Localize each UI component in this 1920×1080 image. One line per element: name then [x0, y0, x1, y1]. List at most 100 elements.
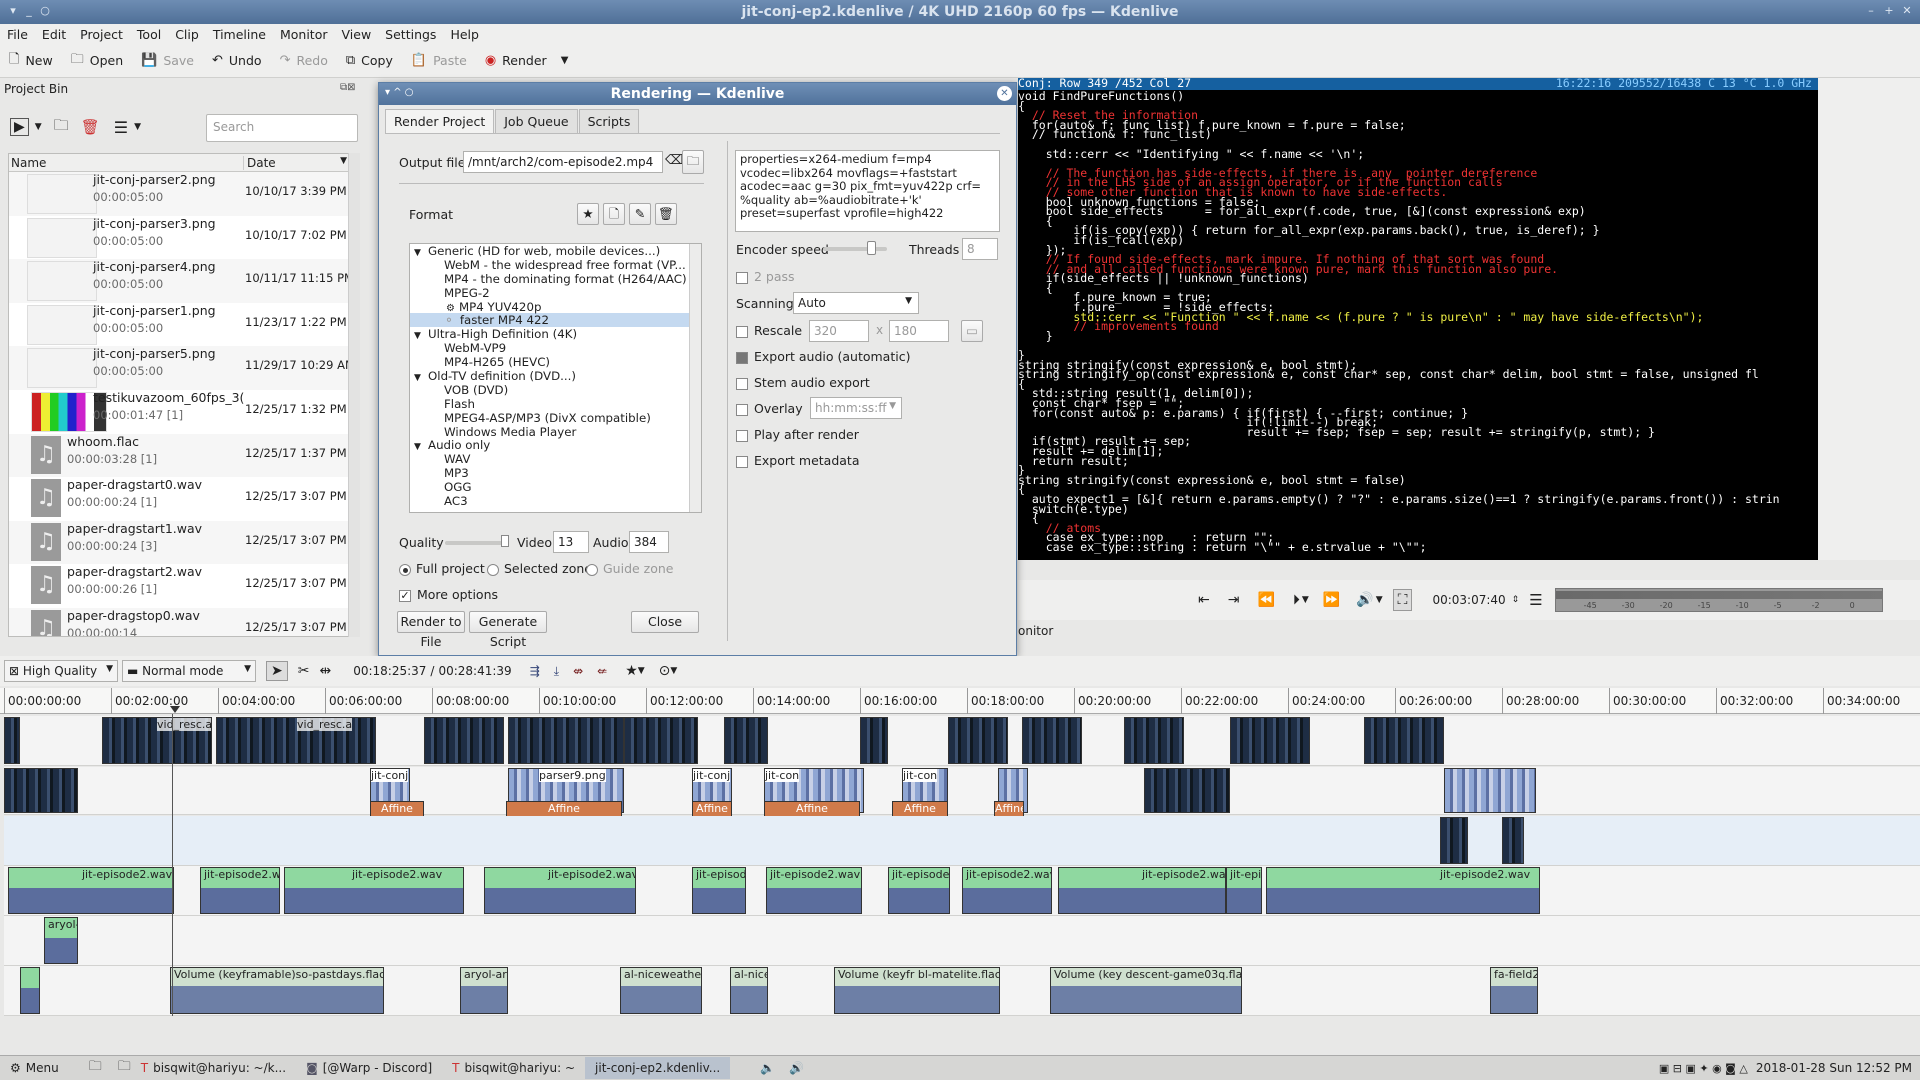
tab-render-project[interactable]: Render Project: [385, 109, 495, 133]
audio-clip[interactable]: Volume (keyframable)so-pastdays.flac: [170, 967, 384, 1014]
dialog-close-icon[interactable]: ✕: [997, 86, 1012, 101]
audio-clip[interactable]: jit-episode2.wa: [200, 867, 280, 914]
new-preset-button[interactable]: 🗋: [603, 203, 625, 225]
timeline-clip[interactable]: [948, 717, 1008, 764]
name-column-header[interactable]: Name: [11, 156, 46, 170]
bin-menu-dropdown-icon[interactable]: ▼: [134, 122, 141, 132]
save-button[interactable]: 💾 Save: [132, 47, 203, 75]
menu-settings[interactable]: Settings: [378, 27, 443, 42]
monitor-timecode[interactable]: 00:03:07:40: [1432, 593, 1505, 607]
audio-clip[interactable]: jit-episode: [692, 867, 746, 914]
timeline-menu-icon[interactable]: ⊙: [659, 663, 671, 679]
audio-clip[interactable]: jit-episode2.wav: [8, 867, 174, 914]
delete-preset-button[interactable]: 🗑: [655, 203, 677, 225]
audio-clip[interactable]: al-nice: [730, 967, 768, 1014]
taskbar-task-active[interactable]: jit-conj-ep2.kdenliv...: [585, 1057, 731, 1079]
menu-view[interactable]: View: [335, 27, 379, 42]
monitor-tab[interactable]: onitor: [1018, 624, 1053, 638]
clear-field-icon[interactable]: ⌫: [665, 153, 683, 168]
dock-float-icon[interactable]: ⧉⊠: [340, 82, 356, 93]
timeline-menu-dropdown-icon[interactable]: ▼: [670, 666, 677, 676]
audio-clip[interactable]: jit-episode2.wav: [484, 867, 636, 914]
timeline-clip[interactable]: [1124, 717, 1184, 764]
format-preset[interactable]: WebM - the widespread free format (VP...: [410, 258, 701, 272]
format-tree-scrollbar[interactable]: [689, 244, 701, 512]
generate-script-button[interactable]: Generate Script: [469, 611, 547, 649]
two-pass-checkbox[interactable]: 2 pass: [736, 269, 795, 284]
add-folder-icon[interactable]: 🗀: [54, 115, 69, 140]
timeline-clip[interactable]: [4, 717, 20, 764]
timeline-clip[interactable]: [1230, 717, 1310, 764]
audio-clip[interactable]: aryol-arr: [460, 967, 508, 1014]
bin-clip-item[interactable]: jit-conj-parser1.png 00:00:05:00 11/23/17 …: [9, 303, 359, 347]
forward-icon[interactable]: ⏩: [1323, 592, 1340, 608]
monitor-menu-icon[interactable]: ☰: [1529, 591, 1542, 609]
stem-audio-checkbox[interactable]: Stem audio export: [736, 375, 870, 390]
timeline-clip[interactable]: vid_resc.a: [216, 717, 376, 764]
bin-clip-item[interactable]: jit-conj-parser3.png 00:00:05:00 10/10/17 …: [9, 216, 359, 260]
format-preset[interactable]: ⚬ faster MP4 422: [410, 313, 701, 327]
minimize-icon[interactable]: _: [22, 4, 36, 18]
audio-clip[interactable]: Volume (key descent-game03q.flac: [1050, 967, 1242, 1014]
shade-icon[interactable]: –: [1864, 4, 1878, 18]
edit-mode-select[interactable]: ▬ Normal mode ▼: [122, 660, 256, 682]
format-preset[interactable]: AC3: [410, 494, 701, 508]
audio-bitrate-spinbox[interactable]: 384: [629, 531, 669, 553]
browse-output-button[interactable]: 🗀: [682, 150, 704, 174]
bin-clip-item[interactable]: ♫ paper-dragstart2.wav 00:00:00:26 [1] 12/2…: [9, 564, 359, 608]
audio-clip[interactable]: Volume (keyfr bl-matelite.flac: [834, 967, 1000, 1014]
timeline-clip[interactable]: [1502, 817, 1524, 864]
zone-in-icon[interactable]: ⇤: [1198, 592, 1210, 608]
menu-monitor[interactable]: Monitor: [273, 27, 335, 42]
export-metadata-checkbox[interactable]: Export metadata: [736, 453, 859, 468]
rescale-checkbox[interactable]: Rescale: [736, 323, 802, 338]
render-params-text[interactable]: properties=x264-medium f=mp4 vcodec=libx…: [735, 150, 1000, 232]
taskbar-task[interactable]: Tbisqwit@hariyu: ~/k...: [131, 1057, 296, 1079]
bin-clip-item[interactable]: ♫ paper-dragstart1.wav 00:00:00:24 [3] 12/2…: [9, 520, 359, 565]
selected-zone-radio[interactable]: Selected zone: [487, 561, 592, 576]
format-category[interactable]: ▼ Old-TV definition (DVD...): [410, 369, 701, 383]
timeline-clip[interactable]: vid_resc.a: [102, 717, 212, 764]
bin-clip-item[interactable]: ♫ paper-dragstart0.wav 00:00:00:24 [1] 12/2…: [9, 477, 359, 521]
quality-slider-handle[interactable]: [501, 535, 509, 547]
bin-clip-item[interactable]: testikuvazoom_60fps_3(00:00:01:47 [1] 12/…: [9, 390, 359, 434]
export-audio-checkbox[interactable]: Export audio (automatic): [736, 349, 910, 364]
edit-preset-button[interactable]: ✎: [629, 203, 651, 225]
timeline-clip[interactable]: [424, 717, 504, 764]
rescale-height-spinbox[interactable]: 180: [889, 320, 949, 342]
bin-clip-item[interactable]: ♫ whoom.flac 00:00:03:28 [1] 12/25/17 1:37 …: [9, 433, 359, 478]
taskbar-task[interactable]: ◙ [@Warp - Discord]: [296, 1057, 442, 1079]
tab-scripts[interactable]: Scripts: [578, 109, 640, 133]
favorite-preset-button[interactable]: ★: [577, 203, 599, 225]
spacer-tool-icon[interactable]: ⇹: [319, 663, 331, 679]
format-preset[interactable]: ⚙ MP4 YUV420p: [410, 300, 701, 314]
audio-clip[interactable]: jit-episode2: [888, 867, 950, 914]
keep-aspect-button[interactable]: ▭: [961, 320, 983, 342]
zone-out-icon[interactable]: ⇥: [1228, 592, 1240, 608]
format-preset[interactable]: VOB (DVD): [410, 383, 701, 397]
format-preset[interactable]: MP4-H265 (HEVC): [410, 355, 701, 369]
rewind-icon[interactable]: ⏪: [1257, 592, 1274, 608]
bin-clip-item[interactable]: ♫ paper-dragstop0.wav 00:00:00:14 12/25/17 …: [9, 607, 359, 636]
volume-dropdown-icon[interactable]: ▼: [1376, 595, 1383, 605]
timeline-clip[interactable]: [724, 717, 768, 764]
bin-clip-item[interactable]: jit-conj-parser4.png 00:00:05:00 10/11/17 …: [9, 259, 359, 303]
menu-clip[interactable]: Clip: [168, 27, 206, 42]
playhead-marker-icon[interactable]: [170, 706, 180, 713]
encoder-speed-handle[interactable]: [867, 241, 876, 255]
redo-button[interactable]: ↷ Redo: [271, 47, 337, 75]
format-preset[interactable]: OGG: [410, 480, 701, 494]
overlay-select[interactable]: hh:mm:ss:ff ▼: [810, 397, 902, 419]
format-preset[interactable]: Flash: [410, 397, 701, 411]
expand-arrow-icon[interactable]: ▼: [414, 329, 428, 343]
close-window-icon[interactable]: ✕: [1900, 4, 1914, 18]
threads-spinbox[interactable]: 8: [962, 238, 998, 260]
format-preset[interactable]: MPEG4-ASP/MP3 (DivX compatible): [410, 411, 701, 425]
encoder-speed-slider[interactable]: [823, 247, 887, 251]
lift-clip-icon[interactable]: ⇎: [573, 664, 583, 678]
audio-clip[interactable]: jit-episode2.wav: [962, 867, 1052, 914]
window-menu-icon[interactable]: ▾: [6, 4, 20, 18]
play-icon[interactable]: ⏵: [1293, 592, 1300, 608]
overwrite-clip-icon[interactable]: ⤓: [554, 664, 559, 679]
taskbar-task[interactable]: Tbisqwit@hariyu: ~: [442, 1057, 585, 1079]
